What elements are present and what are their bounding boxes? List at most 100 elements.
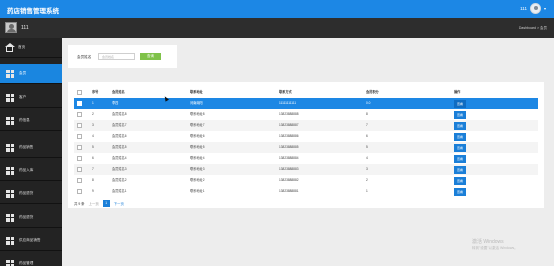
- row-checkbox[interactable]: [77, 145, 82, 150]
- view-button[interactable]: 查看: [454, 99, 466, 108]
- row-address: 联系地址7: [190, 123, 205, 127]
- table-row[interactable]: 8 会员姓名2 联系地址2 13823888882 2 查看: [74, 175, 538, 186]
- sidebar-item-home[interactable]: 首页: [0, 38, 62, 58]
- row-phone: 13823888883: [279, 167, 299, 171]
- sidebar-item-customers[interactable]: 客户: [0, 88, 62, 108]
- user-menu[interactable]: 111 ▾: [520, 3, 546, 14]
- row-phone: 13823888884: [279, 156, 299, 160]
- row-phone: 13823888888: [279, 112, 299, 116]
- grid-icon: [6, 166, 14, 175]
- row-phone: 13823888886: [279, 134, 299, 138]
- grid-icon: [6, 116, 14, 125]
- table-row[interactable]: 6 会员姓名4 联系地址4 13823888884 4 查看: [74, 153, 538, 164]
- sidebar-item-drug-info[interactable]: 药信息: [0, 111, 62, 131]
- header-address: 联系地址: [190, 90, 203, 94]
- row-checkbox[interactable]: [77, 156, 82, 161]
- row-index: 6: [92, 156, 94, 160]
- watermark-subtitle: 转到"设置"以激活 Windows。: [472, 246, 518, 250]
- view-button[interactable]: 查看: [454, 110, 466, 119]
- table-header: 序号 会员姓名 联系地址 联系方式 会员积分 操作: [74, 87, 538, 98]
- chevron-down-icon[interactable]: ▾: [544, 6, 546, 11]
- sidebar-item-label: 供应商品销售: [19, 238, 41, 242]
- row-address: 联系地址3: [190, 167, 205, 171]
- table-row[interactable]: 1 李四 河南南阳 11111111111 0.0 查看: [74, 98, 538, 109]
- sidebar-item-label: 药品销售: [19, 145, 34, 149]
- view-button[interactable]: 查看: [454, 165, 466, 174]
- header-index: 序号: [92, 90, 99, 94]
- row-points: 6: [366, 134, 368, 138]
- row-points: 3: [366, 167, 368, 171]
- row-index: 2: [92, 112, 94, 116]
- view-button[interactable]: 查看: [454, 154, 466, 163]
- table-row[interactable]: 4 会员姓名6 联系地址6 13823888886 6 查看: [74, 131, 538, 142]
- search-panel: 会员姓名 查询: [68, 45, 177, 68]
- row-phone: 13823888881: [279, 189, 299, 193]
- top-username[interactable]: 111: [520, 6, 527, 11]
- row-address: 河南南阳: [190, 101, 203, 105]
- row-points: 8: [366, 112, 368, 116]
- row-checkbox[interactable]: [77, 189, 82, 194]
- row-member-name: 会员姓名1: [112, 189, 127, 193]
- row-points: 7: [366, 123, 368, 127]
- row-address: 联系地址1: [190, 189, 205, 193]
- view-button[interactable]: 查看: [454, 132, 466, 141]
- row-address: 联系地址4: [190, 156, 205, 160]
- row-member-name: 会员姓名3: [112, 167, 127, 171]
- view-button[interactable]: 查看: [454, 187, 466, 196]
- next-page-link[interactable]: 下一页: [114, 201, 124, 206]
- table-row[interactable]: 3 会员姓名7 联系地址7 13823888887 7 查看: [74, 120, 538, 131]
- row-points: 2: [366, 178, 368, 182]
- member-name-search-input[interactable]: [98, 53, 135, 60]
- sidebar-item-drug-returns-2[interactable]: 药品退货: [0, 208, 62, 228]
- avatar: [5, 22, 17, 33]
- row-address: 联系地址6: [190, 134, 205, 138]
- grid-icon: [6, 236, 14, 245]
- current-page[interactable]: 1: [102, 200, 110, 207]
- row-checkbox[interactable]: [77, 101, 82, 106]
- row-checkbox[interactable]: [77, 123, 82, 128]
- sidebar-item-drug-sales[interactable]: 药品销售: [0, 138, 62, 158]
- view-button[interactable]: 查看: [454, 176, 466, 185]
- table-row[interactable]: 9 会员姓名1 联系地址1 13823888881 1 查看: [74, 186, 538, 197]
- user-avatar[interactable]: [529, 3, 541, 14]
- row-index: 9: [92, 189, 94, 193]
- row-points: 5: [366, 145, 368, 149]
- search-button[interactable]: 查询: [140, 53, 161, 60]
- row-points: 1: [366, 189, 368, 193]
- sidebar-item-label: 会员: [19, 71, 27, 75]
- breadcrumb[interactable]: Dashboard > 会员: [519, 26, 547, 31]
- row-member-name: 会员姓名2: [112, 178, 127, 182]
- search-label: 会员姓名: [77, 55, 92, 59]
- grid-icon: [6, 189, 14, 198]
- header-member-name: 会员姓名: [112, 90, 125, 94]
- sidebar-item-drug-management[interactable]: 药品管理: [0, 254, 62, 266]
- select-all-checkbox[interactable]: [77, 90, 82, 95]
- sidebar-item-members[interactable]: 会员: [0, 64, 62, 84]
- table-row[interactable]: 2 会员姓名8 联系地址8 13823888888 8 查看: [74, 109, 538, 120]
- sidebar-item-drug-returns[interactable]: 药品退货: [0, 184, 62, 204]
- app-title: 药店销售管理系统: [7, 8, 59, 15]
- view-button[interactable]: 查看: [454, 121, 466, 130]
- row-checkbox[interactable]: [77, 178, 82, 183]
- watermark-title: 激活 Windows: [472, 239, 504, 245]
- sidebar-item-drug-stock-in[interactable]: 药品入库: [0, 161, 62, 181]
- view-button[interactable]: 查看: [454, 143, 466, 152]
- row-checkbox[interactable]: [77, 112, 82, 117]
- sidebar-item-label: 药品入库: [19, 168, 34, 172]
- pagination: 共 9 条 上一页 1 下一页: [74, 200, 124, 207]
- row-address: 联系地址5: [190, 145, 205, 149]
- row-address: 联系地址2: [190, 178, 205, 182]
- sidebar-item-supplier-sales[interactable]: 供应商品销售: [0, 231, 62, 251]
- row-member-name: 会员姓名6: [112, 134, 127, 138]
- row-checkbox[interactable]: [77, 134, 82, 139]
- row-points: 0.0: [366, 101, 371, 105]
- table-row[interactable]: 7 会员姓名3 联系地址3 13823888883 3 查看: [74, 164, 538, 175]
- table-row[interactable]: 5 会员姓名5 联系地址5 13823888885 5 查看: [74, 142, 538, 153]
- sidebar-item-label: 药品管理: [19, 261, 34, 265]
- sub-username: 111: [21, 25, 29, 31]
- header-points: 会员积分: [366, 90, 379, 94]
- prev-page-link[interactable]: 上一页: [89, 201, 99, 206]
- row-checkbox[interactable]: [77, 167, 82, 172]
- row-index: 1: [92, 101, 94, 105]
- sidebar-item-label: 药品退货: [19, 215, 34, 219]
